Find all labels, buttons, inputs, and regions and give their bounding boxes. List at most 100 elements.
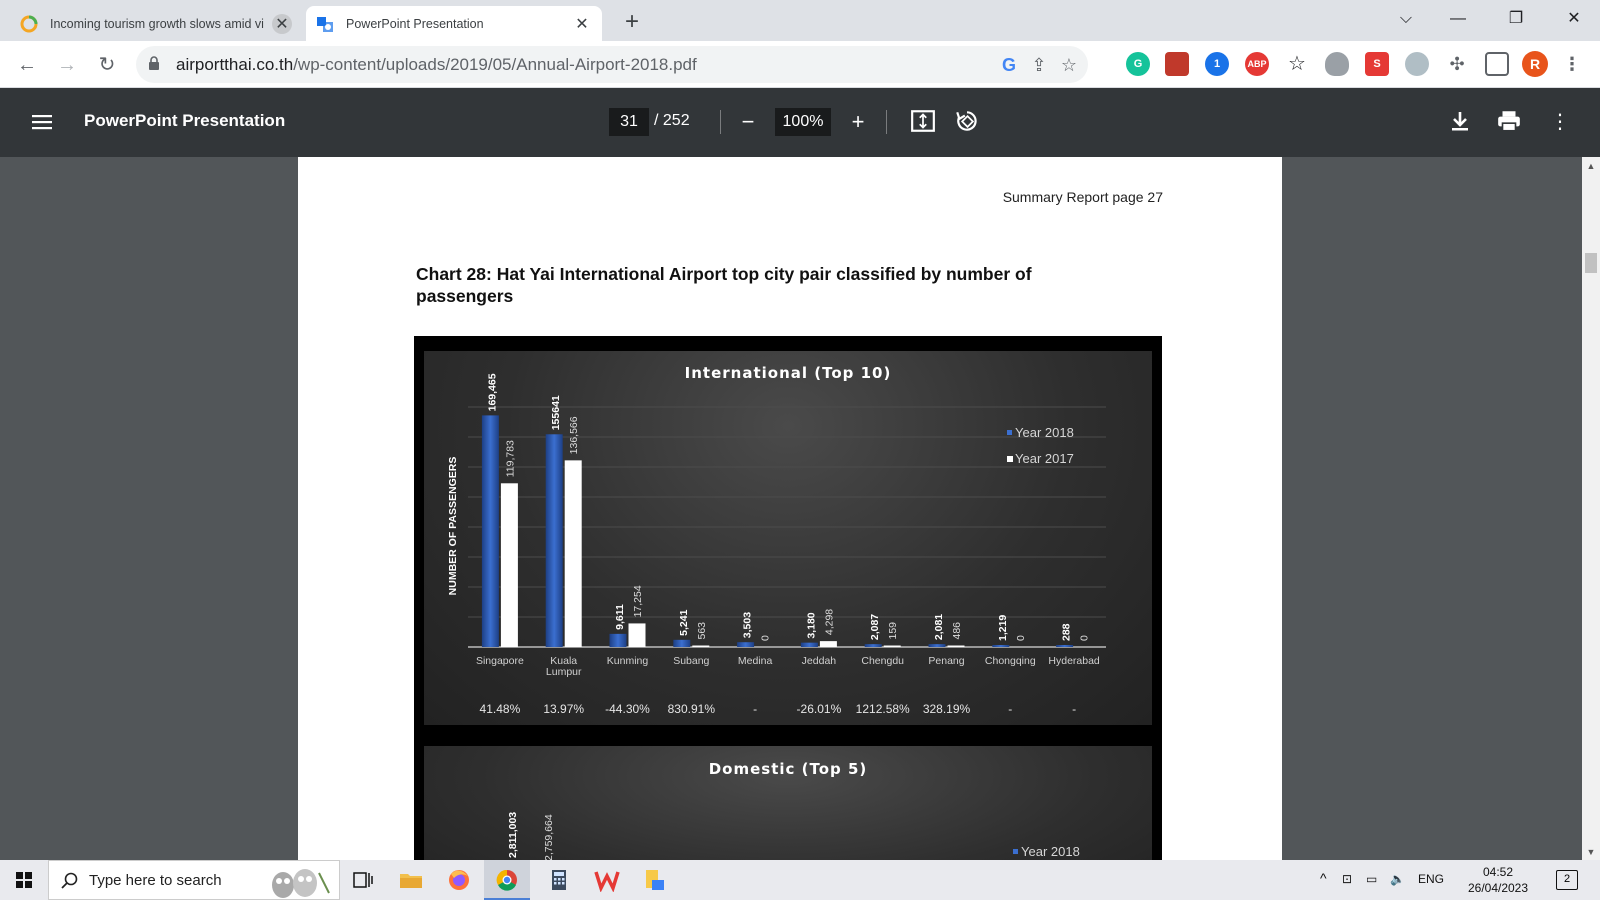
category-label: Subang xyxy=(673,655,709,667)
scrollbar-thumb[interactable] xyxy=(1585,253,1597,273)
new-tab-button[interactable]: + xyxy=(618,8,646,36)
chart-caption: Chart 28: Hat Yai International Airport … xyxy=(416,264,1032,306)
data-label-2017: 159 xyxy=(887,622,899,640)
data-label-2017: 0 xyxy=(760,635,772,641)
growth-label: - xyxy=(753,702,757,716)
chrome-menu-icon[interactable]: ⋮ xyxy=(1560,52,1584,76)
show-hidden-icons[interactable]: ^ xyxy=(1320,870,1327,886)
windows-start-icon[interactable] xyxy=(0,860,48,900)
scroll-up-icon[interactable]: ▲ xyxy=(1586,161,1596,171)
grammarly-icon[interactable]: G xyxy=(1126,52,1150,76)
data-label-2018: 2,811,003 xyxy=(507,812,519,858)
address-bar[interactable]: airportthai.co.th/wp-content/uploads/201… xyxy=(136,46,1088,83)
data-label-2018: 2,081 xyxy=(933,614,945,640)
task-view-icon[interactable] xyxy=(350,868,376,892)
security-icon[interactable] xyxy=(1405,52,1429,76)
legend-label-2017: Year 2017 xyxy=(1015,451,1074,466)
data-label-2017: 136,566 xyxy=(568,416,580,454)
notification-count: 2 xyxy=(1563,873,1571,885)
y-axis-label: NUMBER OF PASSENGERS xyxy=(447,457,459,596)
network-icon[interactable]: ▭ xyxy=(1366,872,1377,886)
s-extension-icon[interactable]: S xyxy=(1365,52,1389,76)
rotate-icon[interactable] xyxy=(954,108,980,134)
clock-date: 26/04/2023 xyxy=(1467,881,1529,895)
tab-strip: Incoming tourism growth slows amid vi ✕ … xyxy=(0,0,1600,41)
restore-button[interactable]: ❐ xyxy=(1496,4,1536,34)
firefox-icon[interactable] xyxy=(446,868,472,892)
data-label-2018: 2,087 xyxy=(869,614,881,640)
zoom-input[interactable]: 100% xyxy=(775,108,831,136)
bar-2017 xyxy=(947,645,965,647)
close-tab-icon[interactable]: ✕ xyxy=(272,13,292,34)
download-icon[interactable] xyxy=(1448,108,1472,134)
hamburger-menu-icon[interactable] xyxy=(30,110,54,134)
data-label-2018: 155641 xyxy=(550,395,562,430)
wps-office-icon[interactable] xyxy=(594,868,620,892)
zoom-out-button[interactable]: − xyxy=(734,108,762,136)
bar-2017 xyxy=(692,645,710,647)
tab-tourism-news[interactable]: Incoming tourism growth slows amid vi ✕ xyxy=(10,6,302,41)
page-number-input[interactable]: 31 xyxy=(609,108,649,136)
scroll-down-icon[interactable]: ▼ xyxy=(1586,847,1596,857)
language-indicator[interactable]: ENG xyxy=(1418,872,1444,886)
print-icon[interactable] xyxy=(1496,108,1522,134)
chart-frame: International (Top 10) NUMBER OF PASSENGE… xyxy=(414,336,1162,860)
data-label-2018: 169,465 xyxy=(486,373,498,411)
tab-search-icon[interactable]: ⌵ xyxy=(1386,4,1426,34)
bookmark-star-icon[interactable]: ☆ xyxy=(1058,54,1080,76)
calculator-icon[interactable] xyxy=(546,868,572,892)
chrome-icon xyxy=(496,869,517,891)
more-options-icon[interactable]: ⋮ xyxy=(1546,108,1574,136)
data-label-2017: 486 xyxy=(951,622,963,640)
meet-now-icon[interactable]: ⊡ xyxy=(1342,872,1352,886)
bookmark-ext-icon[interactable] xyxy=(1165,52,1189,76)
file-explorer-icon[interactable] xyxy=(398,868,424,892)
back-icon[interactable]: ← xyxy=(12,50,42,80)
extension-badge-icon[interactable]: 1 xyxy=(1205,52,1229,76)
fit-to-page-icon[interactable] xyxy=(910,108,936,134)
close-tab-icon[interactable]: ✕ xyxy=(572,14,592,34)
growth-label: 41.48% xyxy=(480,702,521,716)
reload-icon[interactable]: ↻ xyxy=(92,50,122,80)
bar-2018 xyxy=(928,644,946,647)
shield-icon[interactable] xyxy=(1325,52,1349,76)
bar-2018 xyxy=(992,645,1010,647)
share-icon[interactable]: ⇪ xyxy=(1028,54,1050,76)
adblock-plus-icon[interactable]: ABP xyxy=(1245,52,1269,76)
minimize-button[interactable]: — xyxy=(1438,4,1478,34)
notification-center-icon[interactable]: 2 xyxy=(1556,870,1578,890)
taskbar-clock[interactable]: 04:52 26/04/2023 xyxy=(1466,864,1530,896)
category-label: Medina xyxy=(738,655,773,667)
star-extension-icon[interactable]: ☆ xyxy=(1285,52,1309,76)
pdf-favicon-icon xyxy=(317,16,333,32)
growth-label: 328.19% xyxy=(923,702,971,716)
zoom-in-button[interactable]: + xyxy=(844,108,872,136)
tab-powerpoint[interactable]: PowerPoint Presentation ✕ xyxy=(306,6,602,41)
category-label: Kunming xyxy=(607,655,649,667)
profile-avatar[interactable]: R xyxy=(1522,51,1548,77)
data-label-2018: 288 xyxy=(1061,623,1073,641)
vertical-scrollbar[interactable]: ▲ ▼ xyxy=(1582,157,1600,860)
chrome-taskbar-button[interactable] xyxy=(484,860,530,900)
side-panel-icon[interactable] xyxy=(1485,52,1509,76)
forward-icon[interactable]: → xyxy=(52,50,82,80)
url-path: /wp-content/uploads/2019/05/Annual-Airpo… xyxy=(293,55,697,74)
data-label-2018: 1,219 xyxy=(997,615,1009,641)
sticky-notes-icon[interactable] xyxy=(642,868,668,892)
taskbar-search[interactable]: Type here to search xyxy=(48,860,340,900)
puzzle-extensions-icon[interactable]: ✣ xyxy=(1445,52,1469,76)
close-window-button[interactable]: ✕ xyxy=(1554,4,1594,34)
category-label: Singapore xyxy=(476,655,524,667)
pdf-toolbar: PowerPoint Presentation 31 / 252 − 100% … xyxy=(0,88,1600,157)
growth-label: - xyxy=(1072,702,1076,716)
data-label-2018: 3,180 xyxy=(805,612,817,638)
bar-2018 xyxy=(481,415,499,647)
pdf-document-title: PowerPoint Presentation xyxy=(84,111,286,130)
page-total: / 252 xyxy=(654,112,690,129)
growth-label: 830.91% xyxy=(668,702,716,716)
google-lens-icon[interactable]: G xyxy=(998,54,1020,76)
data-label-2017: 17,254 xyxy=(632,585,644,617)
profile-initial: R xyxy=(1529,56,1541,72)
search-icon xyxy=(61,872,78,889)
volume-icon[interactable]: 🔈 xyxy=(1390,872,1405,886)
